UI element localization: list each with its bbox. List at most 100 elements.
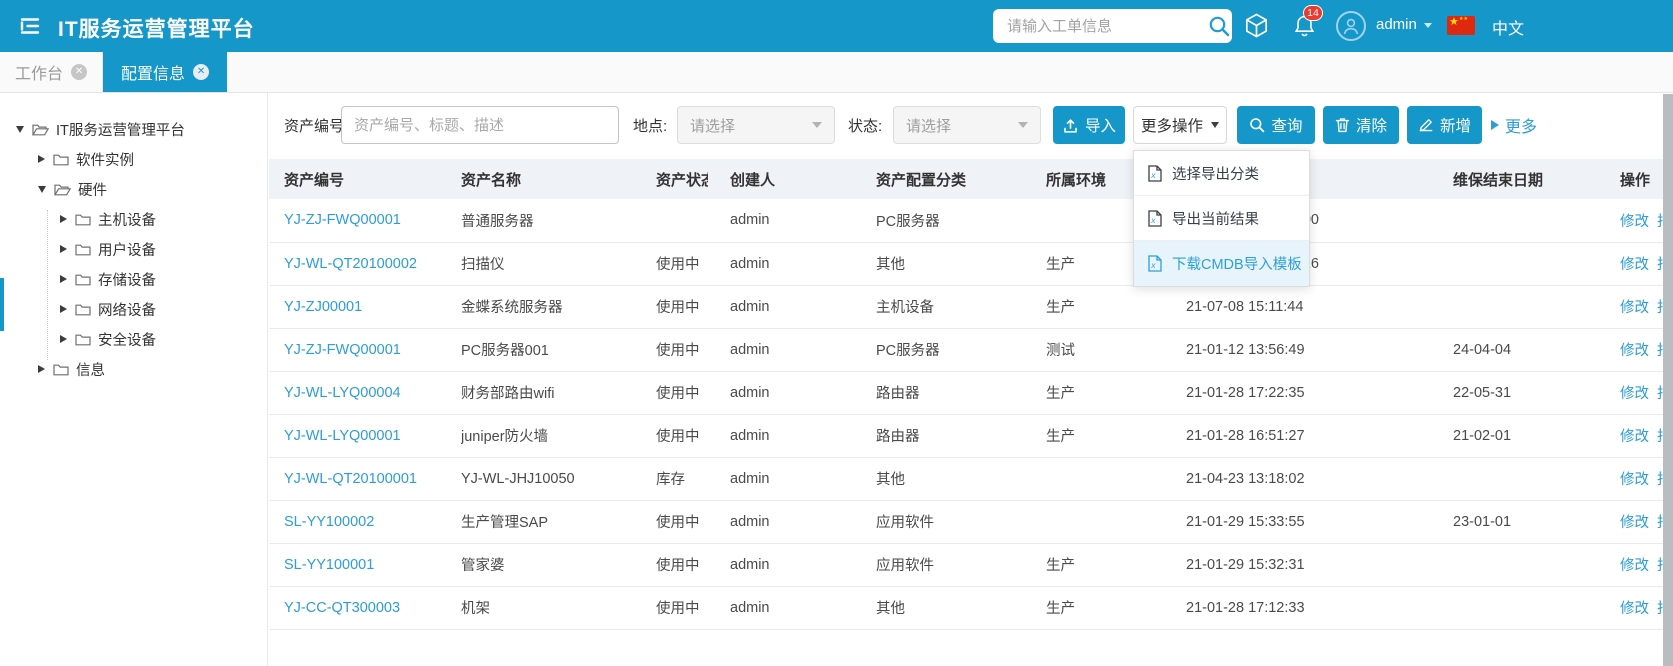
folder-icon (53, 154, 69, 165)
tree-item[interactable]: 信息 (0, 354, 267, 384)
menu-item-select-export-category[interactable]: x 选择导出分类 (1134, 151, 1309, 196)
tree-item[interactable]: 主机设备 (0, 204, 267, 234)
edit-link[interactable]: 修改 (1620, 343, 1649, 359)
warranty-end-cell (1453, 242, 1600, 286)
asset-id-link[interactable]: YJ-ZJ-FWQ00001 (284, 212, 401, 228)
menu-item-label: 导出当前结果 (1172, 211, 1259, 228)
asset-status-cell: 使用中 (656, 285, 708, 329)
menu-item-label: 选择导出分类 (1172, 166, 1259, 183)
asset-table: 资产编号资产名称资产状态创建人资产配置分类所属环境维保结束日期操作 YJ-ZJ-… (269, 159, 1663, 630)
username-menu[interactable]: admin (1376, 16, 1432, 33)
edit-link[interactable]: 修改 (1620, 300, 1649, 316)
asset-id-link[interactable]: YJ-ZJ00001 (284, 299, 362, 315)
asset-id-link[interactable]: YJ-WL-QT20100002 (284, 256, 417, 272)
status-label: 状态: (848, 118, 883, 135)
expand-arrow-icon[interactable] (60, 215, 67, 223)
menu-item-export-current-result[interactable]: x 导出当前结果 (1134, 196, 1309, 241)
language-switcher[interactable]: 中文 (1492, 15, 1524, 39)
excel-file-icon-wrap: x (1148, 164, 1162, 182)
table-row: YJ-ZJ-FWQ00001 PC服务器001 使用中 admin PC服务器 测试 21-… (269, 328, 1663, 372)
actions-cell: 修改报 (1600, 285, 1663, 329)
tab-workbench[interactable]: 工作台 ✕ (0, 52, 104, 92)
tree-item[interactable]: 软件实例 (0, 144, 267, 174)
asset-list-panel: 资产编号: 地点: 请选择 状态: 请选择 导入 更多操作 查询 (269, 93, 1663, 666)
warranty-end-cell (1453, 285, 1600, 329)
location-select[interactable]: 请选择 (677, 106, 835, 144)
expand-arrow-icon[interactable] (60, 245, 67, 253)
collapse-sidebar-icon[interactable] (18, 14, 42, 38)
edit-link[interactable]: 修改 (1620, 558, 1649, 574)
category-cell: PC服务器 (876, 328, 1046, 372)
more-filters-link[interactable]: 更多 (1491, 113, 1537, 137)
asset-id-link[interactable]: YJ-WL-QT20100001 (284, 471, 417, 487)
menu-item-download-cmdb-template[interactable]: x 下载CMDB导入模板 (1134, 241, 1309, 286)
folder-icon-wrap (75, 273, 98, 286)
tree-item[interactable]: 安全设备 (0, 324, 267, 354)
more-operations-button[interactable]: 更多操作 (1133, 106, 1227, 144)
edit-link[interactable]: 修改 (1620, 429, 1649, 445)
order-search-input[interactable] (1005, 16, 1208, 36)
tree-item[interactable]: 网络设备 (0, 294, 267, 324)
edit-link[interactable]: 修改 (1620, 214, 1649, 230)
china-flag-icon[interactable]: ★ ★★ (1447, 16, 1475, 35)
tab-label: 配置信息 (121, 66, 186, 83)
asset-id-link[interactable]: YJ-CC-QT300003 (284, 600, 400, 616)
folder-icon (75, 244, 91, 255)
trash-icon (1335, 118, 1350, 133)
expand-arrow-icon[interactable] (60, 275, 67, 283)
tree-item[interactable]: 用户设备 (0, 234, 267, 264)
edit-link[interactable]: 修改 (1620, 515, 1649, 531)
expand-arrow-icon[interactable] (38, 365, 45, 373)
tree-item[interactable]: 存储设备 (0, 264, 267, 294)
user-caret-icon (1423, 22, 1432, 28)
actions-cell: 修改报 (1600, 242, 1663, 286)
tree-item[interactable]: 硬件 (0, 174, 267, 204)
tree-scroll-indicator (0, 278, 4, 331)
asset-id-cell: YJ-CC-QT300003 (269, 586, 461, 630)
tab-config-info[interactable]: 配置信息 ✕ (103, 52, 228, 92)
asset-id-link[interactable]: YJ-WL-LYQ00004 (284, 385, 401, 401)
asset-id-link[interactable]: YJ-ZJ-FWQ00001 (284, 342, 401, 358)
tree-item[interactable]: IT服务运营管理平台 (0, 114, 267, 144)
asset-id-link[interactable]: SL-YY100002 (284, 514, 374, 530)
close-tab-icon[interactable]: ✕ (193, 64, 210, 80)
asset-status-cell: 使用中 (656, 328, 708, 372)
column-header: 资产状态 (656, 159, 708, 199)
folder-icon-wrap (53, 363, 76, 376)
expand-arrow-icon[interactable] (16, 125, 24, 133)
tree-item-label: 存储设备 (98, 272, 156, 289)
asset-id-link[interactable]: YJ-WL-LYQ00001 (284, 428, 401, 444)
folder-icon-wrap (75, 333, 98, 346)
expand-arrow-icon[interactable] (38, 155, 45, 163)
asset-name-cell: 生产管理SAP (461, 500, 656, 544)
create-time-cell: 21-01-12 13:56:49 (1186, 328, 1453, 372)
edit-link[interactable]: 修改 (1620, 472, 1649, 488)
status-select[interactable]: 请选择 (893, 106, 1041, 144)
folder-icon (53, 364, 69, 375)
column-header: 资产名称 (461, 159, 656, 199)
edit-link[interactable]: 修改 (1620, 386, 1649, 402)
excel-file-icon: x (1148, 209, 1162, 227)
notifications-bell-icon[interactable]: 14 (1292, 5, 1323, 39)
category-cell: 主机设备 (876, 285, 1046, 329)
expand-arrow-icon[interactable] (60, 305, 67, 313)
query-button[interactable]: 查询 (1237, 106, 1315, 144)
vertical-scrollbar[interactable] (1663, 94, 1673, 666)
asset-name-cell: PC服务器001 (461, 328, 656, 372)
asset-table-wrap: 资产编号资产名称资产状态创建人资产配置分类所属环境维保结束日期操作 YJ-ZJ-… (269, 159, 1663, 666)
expand-arrow-icon[interactable] (60, 335, 67, 343)
actions-cell: 修改报 (1600, 586, 1663, 630)
asset-no-input[interactable] (341, 106, 619, 144)
edit-link[interactable]: 修改 (1620, 257, 1649, 273)
apps-cube-icon[interactable] (1243, 12, 1270, 44)
asset-id-link[interactable]: SL-YY100001 (284, 557, 374, 573)
clear-button[interactable]: 清除 (1323, 106, 1399, 144)
add-button[interactable]: 新增 (1407, 106, 1482, 144)
user-avatar[interactable] (1336, 11, 1366, 41)
search-icon[interactable] (1208, 15, 1230, 37)
expand-arrow-icon[interactable] (38, 185, 46, 193)
close-tab-icon[interactable]: ✕ (71, 64, 88, 80)
excel-file-icon-wrap: x (1148, 209, 1162, 227)
import-button[interactable]: 导入 (1053, 106, 1125, 144)
edit-link[interactable]: 修改 (1620, 601, 1649, 617)
